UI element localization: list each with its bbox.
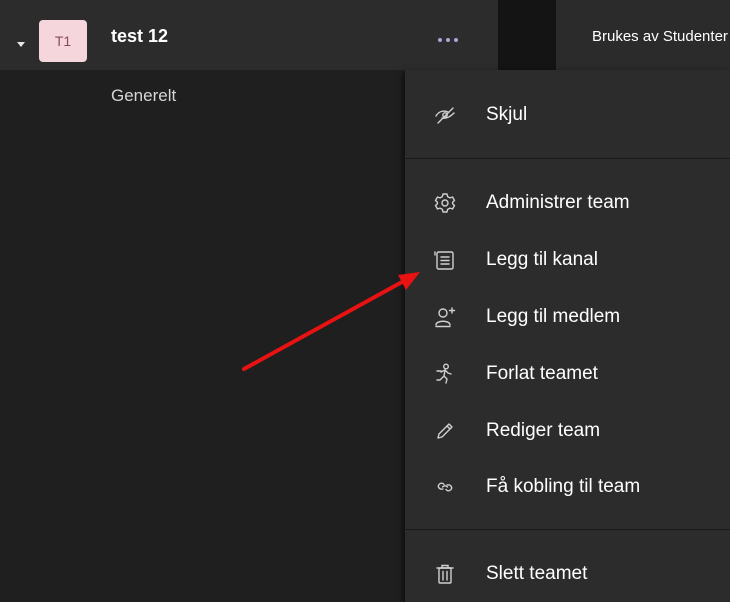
menu-item-add-member[interactable]: Legg til medlem: [405, 297, 730, 337]
collapse-caret-icon[interactable]: [17, 42, 25, 47]
menu-item-get-link[interactable]: Få kobling til team: [405, 467, 730, 507]
menu-item-manage-team[interactable]: Administrer team: [405, 183, 730, 223]
team-context-menu: Skjul Administrer team Legg til kanal Le…: [405, 70, 730, 602]
menu-item-label: Slett teamet: [486, 563, 588, 584]
menu-item-label: Forlat teamet: [486, 363, 598, 384]
menu-divider: [405, 158, 730, 159]
top-bar: Brukes av Studenter: [556, 0, 730, 71]
team-row[interactable]: T1 test 12: [0, 0, 498, 70]
menu-item-delete-team[interactable]: Slett teamet: [405, 554, 730, 594]
more-dot-icon: [438, 38, 442, 42]
menu-item-add-channel[interactable]: Legg til kanal: [405, 240, 730, 280]
link-icon: [433, 475, 457, 499]
team-name[interactable]: test 12: [111, 26, 168, 47]
trash-icon: [433, 562, 457, 586]
menu-item-label: Få kobling til team: [486, 476, 641, 497]
menu-item-leave-team[interactable]: Forlat teamet: [405, 354, 730, 394]
pencil-icon: [433, 419, 457, 443]
menu-item-label: Legg til medlem: [486, 306, 621, 327]
gear-icon: [433, 191, 457, 215]
menu-item-hide[interactable]: Skjul: [405, 95, 730, 135]
more-dot-icon: [454, 38, 458, 42]
leave-icon: [433, 362, 457, 386]
more-dot-icon: [446, 38, 450, 42]
channel-icon: [433, 248, 457, 272]
divider-strip: [498, 0, 556, 70]
channel-general[interactable]: Generelt: [111, 86, 176, 106]
menu-divider: [405, 529, 730, 530]
menu-item-edit-team[interactable]: Rediger team: [405, 411, 730, 451]
add-member-icon: [433, 305, 457, 329]
team-avatar: T1: [39, 20, 87, 62]
top-bar-text[interactable]: Brukes av Studenter: [592, 28, 728, 45]
menu-item-label: Legg til kanal: [486, 249, 598, 270]
more-options-button[interactable]: [428, 30, 468, 50]
menu-item-label: Administrer team: [486, 192, 630, 213]
menu-item-label: Rediger team: [486, 420, 601, 441]
hide-icon: [433, 103, 457, 127]
team-avatar-initials: T1: [54, 33, 72, 49]
menu-item-label: Skjul: [486, 104, 528, 125]
